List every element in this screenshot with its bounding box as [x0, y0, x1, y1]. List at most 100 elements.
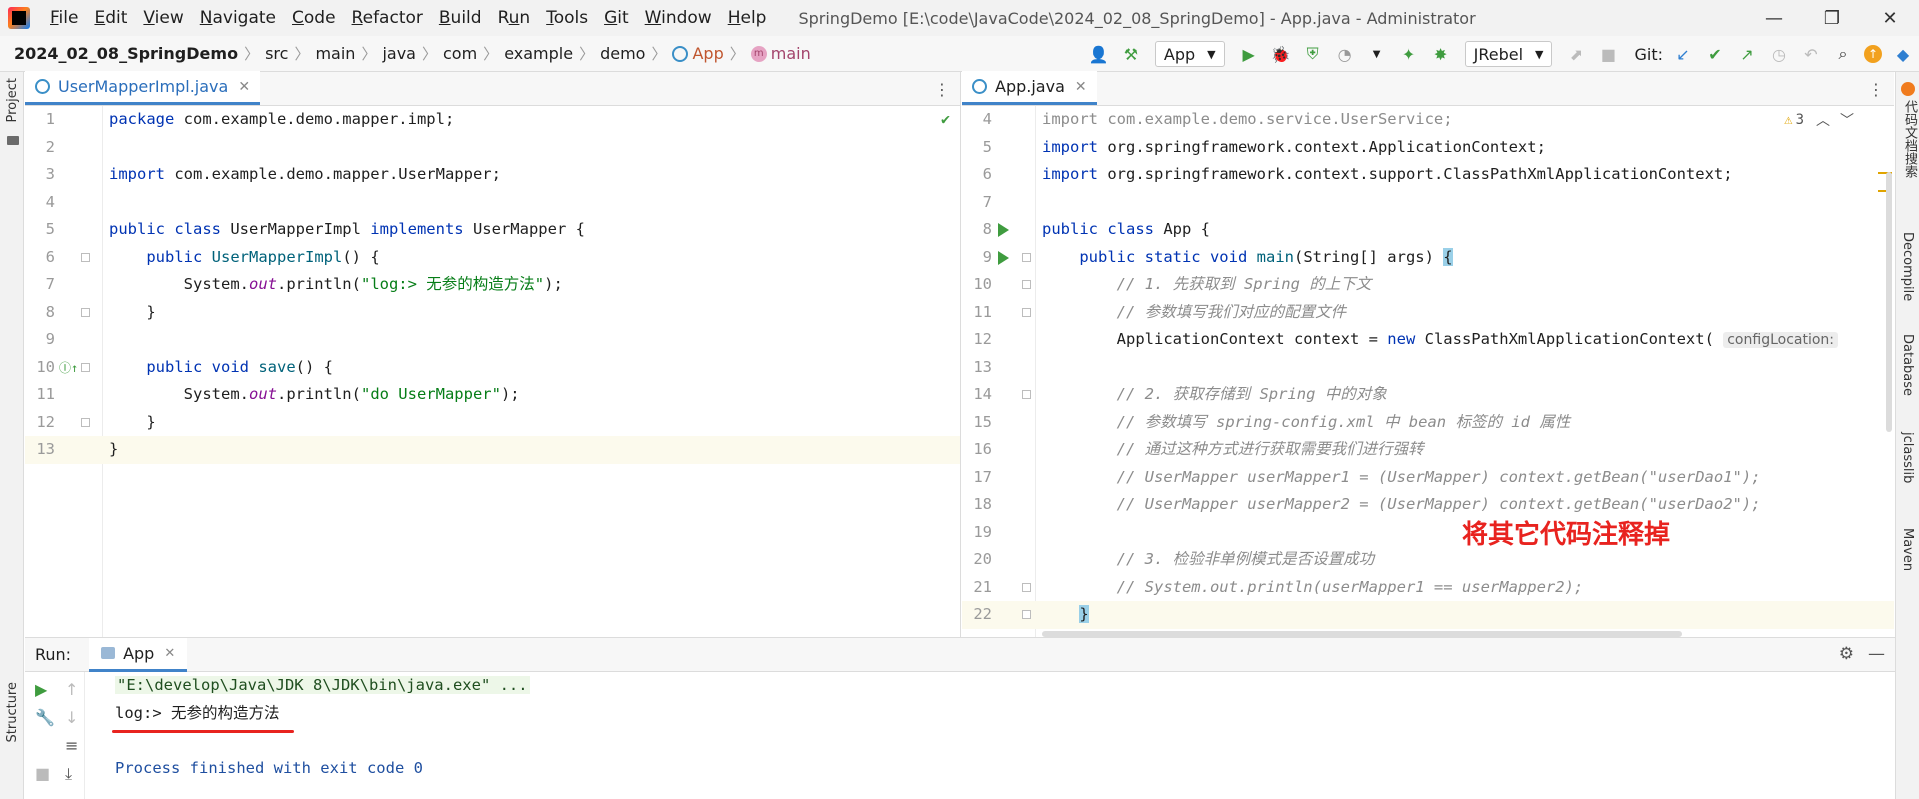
- search-icon[interactable]: ⌕: [1832, 43, 1854, 65]
- run-main-icon[interactable]: [998, 250, 1009, 265]
- breadcrumb-example[interactable]: example: [504, 44, 573, 63]
- line-number: 3: [45, 165, 55, 183]
- intellij-logo-icon[interactable]: [8, 7, 30, 29]
- chevron-down-icon[interactable]: ▼: [1366, 43, 1388, 65]
- red-underline-annotation: [112, 730, 294, 733]
- stop-icon[interactable]: ■: [1597, 43, 1619, 65]
- minimize-panel-icon[interactable]: —: [1868, 644, 1885, 664]
- database-tool-button[interactable]: Database: [1900, 334, 1915, 396]
- more-vertical-icon[interactable]: ⋮: [1868, 80, 1884, 99]
- menu-item-window[interactable]: Window: [637, 8, 720, 28]
- menu-item-git[interactable]: Git: [596, 8, 637, 28]
- chevron-right-icon: 〉: [294, 45, 310, 63]
- menu-item-edit[interactable]: Edit: [86, 8, 135, 28]
- more-vertical-icon[interactable]: ⋮: [934, 80, 950, 99]
- user-icon[interactable]: 👤: [1088, 43, 1110, 65]
- structure-tool-button[interactable]: Structure: [5, 682, 20, 742]
- soft-wrap-icon[interactable]: ≡: [65, 736, 78, 755]
- stop-icon[interactable]: ■: [35, 764, 50, 783]
- breadcrumb-java[interactable]: java: [382, 44, 416, 63]
- code-text: public class App {: [1042, 220, 1210, 238]
- implements-method-icon[interactable]: Ⓘ↑: [59, 359, 78, 376]
- fold-marker-icon[interactable]: [81, 362, 90, 372]
- menu-item-help[interactable]: Help: [720, 8, 775, 28]
- close-icon[interactable]: ✕: [1075, 79, 1087, 95]
- project-tool-button[interactable]: Project: [5, 78, 20, 122]
- run-class-icon[interactable]: [998, 223, 1009, 237]
- code-text: // 参数填写我们对应的配置文件: [1116, 302, 1347, 321]
- decompile-tool-button[interactable]: Decompile: [1900, 232, 1915, 301]
- menu-item-file[interactable]: File: [42, 8, 86, 28]
- fold-marker-icon[interactable]: [1022, 582, 1031, 592]
- git-history-icon[interactable]: ◷: [1768, 43, 1790, 65]
- menu-item-build[interactable]: Build: [431, 8, 490, 28]
- menu-item-code[interactable]: Code: [284, 8, 344, 28]
- arrow-up-icon[interactable]: ↑: [65, 680, 78, 699]
- breadcrumb-com[interactable]: com: [443, 44, 477, 63]
- menu-item-view[interactable]: View: [135, 8, 191, 28]
- fold-marker-icon[interactable]: [81, 252, 90, 262]
- breadcrumb: 2024_02_08_SpringDemo 〉 src 〉 main 〉 jav…: [0, 43, 811, 64]
- method-icon: m: [750, 45, 767, 62]
- left-editor: UserMapperImpl.java ✕ ⋮ ✔ 1 package com.e…: [25, 71, 961, 637]
- git-commit-icon[interactable]: ✔: [1704, 43, 1726, 65]
- jetbrains-toolbox-icon[interactable]: ◆: [1892, 43, 1914, 65]
- attach-icon[interactable]: ⬈: [1565, 43, 1587, 65]
- menu-item-refactor[interactable]: Refactor: [344, 8, 431, 28]
- close-window-button[interactable]: ✕: [1861, 0, 1919, 36]
- fold-marker-icon[interactable]: [1022, 280, 1031, 289]
- gear-icon[interactable]: ⚙: [1839, 644, 1854, 664]
- rerun-icon[interactable]: ▶: [35, 680, 47, 699]
- chevron-right-icon: 〉: [579, 45, 595, 63]
- git-update-icon[interactable]: ↙: [1672, 43, 1694, 65]
- jrebel-run-icon[interactable]: ✦: [1398, 43, 1420, 65]
- tab-usermapperimpl[interactable]: UserMapperImpl.java ✕: [25, 71, 261, 105]
- menu-item-tools[interactable]: Tools: [538, 8, 596, 28]
- right-editor: App.java ✕ ⋮ ⚠ 3 ︿ ﹀ 将其它代码注释掉 4 import co…: [962, 71, 1894, 637]
- git-rollback-icon[interactable]: ↶: [1800, 43, 1822, 65]
- left-code-area[interactable]: ✔ 1 package com.example.demo.mapper.impl;…: [25, 106, 960, 637]
- right-code-area[interactable]: ⚠ 3 ︿ ﹀ 将其它代码注释掉 4 import com.example.dem…: [962, 106, 1894, 637]
- tab-app[interactable]: App.java ✕: [962, 71, 1097, 105]
- close-icon[interactable]: ✕: [238, 79, 250, 95]
- breadcrumb-src[interactable]: src: [265, 44, 288, 63]
- update-icon[interactable]: ↑: [1864, 45, 1882, 63]
- console-output[interactable]: "E:\develop\Java\JDK 8\JDK\bin\java.exe"…: [115, 672, 530, 782]
- restore-button[interactable]: ❐: [1803, 0, 1861, 36]
- run-tab-app[interactable]: App ✕: [89, 637, 188, 672]
- git-push-icon[interactable]: ↗: [1736, 43, 1758, 65]
- run-configuration-select[interactable]: App ▼: [1154, 41, 1225, 67]
- profiler-icon[interactable]: ◔: [1334, 43, 1356, 65]
- scroll-to-end-icon[interactable]: ⤓: [65, 764, 72, 784]
- arrow-down-icon[interactable]: ↓: [65, 708, 78, 727]
- fold-marker-icon[interactable]: [1022, 390, 1031, 399]
- code-doc-search-tool-button[interactable]: 代码文档搜索: [1900, 100, 1919, 178]
- fold-marker-icon[interactable]: [81, 417, 90, 427]
- jclasslib-tool-button[interactable]: jclasslib: [1900, 432, 1915, 483]
- menu-item-navigate[interactable]: Navigate: [192, 8, 284, 28]
- build-hammer-icon[interactable]: ⚒: [1120, 43, 1142, 65]
- maven-tool-button[interactable]: Maven: [1900, 528, 1915, 571]
- menu-item-run[interactable]: Run: [490, 8, 539, 28]
- code-line: 9: [25, 326, 960, 354]
- run-icon[interactable]: ▶: [1238, 43, 1260, 65]
- wrench-icon[interactable]: 🔧: [35, 708, 55, 727]
- breadcrumb-demo[interactable]: demo: [600, 44, 645, 63]
- coverage-icon[interactable]: ⛨: [1302, 43, 1324, 65]
- fold-marker-icon[interactable]: [1022, 252, 1031, 262]
- code-text: // 参数填写 spring-config.xml 中 bean 标签的 id …: [1116, 412, 1571, 431]
- jrebel-select[interactable]: JRebel ▼: [1464, 41, 1553, 67]
- close-icon[interactable]: ✕: [164, 646, 175, 661]
- fold-marker-icon[interactable]: [1022, 610, 1031, 619]
- code-line: 12 }: [25, 409, 960, 437]
- breadcrumb-method[interactable]: main: [771, 44, 811, 63]
- debug-icon[interactable]: 🐞: [1270, 43, 1292, 65]
- breadcrumb-project[interactable]: 2024_02_08_SpringDemo: [14, 44, 238, 63]
- breadcrumb-main[interactable]: main: [315, 44, 355, 63]
- fold-marker-icon[interactable]: [81, 307, 90, 317]
- minimize-button[interactable]: —: [1745, 0, 1803, 36]
- breadcrumb-class[interactable]: App: [692, 44, 723, 63]
- class-icon: [972, 79, 987, 94]
- jrebel-debug-icon[interactable]: ✸: [1430, 43, 1452, 65]
- fold-marker-icon[interactable]: [1022, 307, 1031, 317]
